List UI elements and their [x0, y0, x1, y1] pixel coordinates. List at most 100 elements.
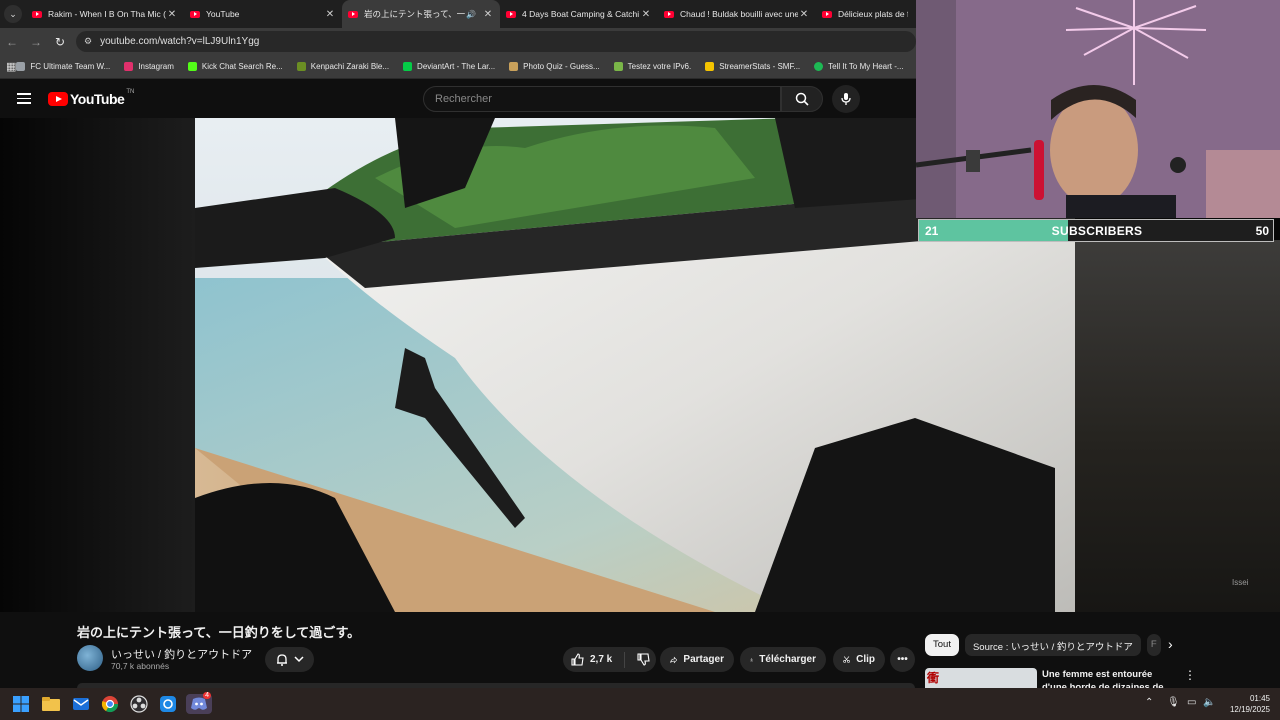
bookmark-item[interactable]: Tell It To My Heart -... [814, 62, 904, 71]
browser-tab[interactable]: 4 Days Boat Camping & Catchi ✕ [500, 0, 658, 28]
scissors-icon [843, 656, 850, 663]
voice-search-button[interactable] [832, 85, 860, 113]
recommendation-title[interactable]: Une femme est entourée d'une horde de di… [1042, 668, 1174, 688]
download-icon [750, 657, 754, 662]
address-bar-row: ← → ↻ ⚙ youtube.com/watch?v=lLJ9Uln1Ygg [0, 28, 916, 55]
streamer-webcam [916, 0, 1280, 218]
tab-title: Délicieux plats de fru [838, 9, 908, 19]
bookmark-label: Testez votre IPv6. [627, 62, 692, 71]
more-vertical-icon[interactable]: ⋮ [1184, 668, 1196, 682]
bookmark-label: Tell It To My Heart -... [828, 62, 904, 71]
chip-more[interactable]: F [1146, 634, 1161, 656]
taskbar-clock[interactable]: 01:45 12/19/2025 [1222, 693, 1270, 715]
youtube-play-icon [48, 92, 68, 106]
microphone-icon[interactable]: 🎙 [1167, 697, 1180, 708]
download-label: Télécharger [759, 654, 816, 665]
bookmark-label: StreamerStats - SMF... [719, 62, 801, 71]
browser-tab[interactable]: Rakim - When I B On Tha Mic (✕ [26, 0, 184, 28]
bookmark-item[interactable]: Instagram [124, 62, 174, 71]
speaker-icon[interactable]: 🔊 [466, 10, 476, 19]
mail-icon[interactable] [70, 694, 92, 714]
recommendation-thumbnail[interactable]: 衝 [925, 668, 1037, 688]
bookmark-icon [509, 62, 519, 71]
tab-title: Chaud ! Buldak bouilli avec une [680, 9, 798, 19]
close-icon[interactable]: ✕ [324, 9, 336, 20]
browser-tab[interactable]: Délicieux plats de fru [816, 0, 914, 28]
thumbs-up-icon[interactable] [571, 653, 584, 666]
app-blue-icon[interactable] [157, 694, 179, 714]
bookmark-label: DeviantArt - The Lar... [417, 62, 496, 71]
bookmark-item[interactable]: Testez votre IPv6. [613, 62, 692, 71]
bookmark-label: Photo Quiz - Guess... [523, 62, 600, 71]
chip-source[interactable]: Source : いっせい / 釣りとアウトドア [964, 634, 1141, 656]
tab-search-button[interactable]: ⌄ [0, 0, 26, 28]
bookmark-item[interactable]: FC Ultimate Team W... [16, 62, 110, 71]
apps-grid-icon[interactable]: ▦ [6, 60, 16, 73]
forward-arrow-icon[interactable]: → [24, 35, 48, 49]
file-explorer-icon[interactable] [40, 694, 62, 714]
network-icon[interactable]: ▭ [1187, 697, 1196, 708]
close-icon[interactable]: ✕ [640, 9, 652, 20]
youtube-header: YouTube TN Rechercher [0, 79, 916, 118]
subscriber-goal-label: SUBSCRIBERS [1051, 224, 1143, 238]
search-icon [795, 92, 809, 106]
discord-icon[interactable]: 4 [186, 692, 212, 714]
youtube-logo[interactable]: YouTube TN [48, 89, 135, 107]
reload-icon[interactable]: ↻ [48, 35, 72, 49]
instagram-icon [124, 62, 134, 71]
bookmark-item[interactable]: StreamerStats - SMF... [705, 62, 800, 71]
youtube-favicon-icon [664, 10, 674, 18]
chevron-down-icon: ⌄ [4, 5, 22, 23]
site-info-icon[interactable]: ⚙ [84, 36, 92, 47]
bookmark-item[interactable]: Kenpachi Zaraki Ble... [296, 62, 389, 71]
bookmark-item[interactable]: Photo Quiz - Guess... [509, 62, 600, 71]
chip-all[interactable]: Tout [925, 634, 959, 656]
video-title: 岩の上にテント張って、一日釣りをして過ごす。 [77, 625, 361, 640]
like-dislike-group: 2,7 k [563, 647, 656, 672]
chevron-right-icon[interactable]: › [1168, 636, 1173, 652]
notification-bell-button[interactable] [265, 647, 314, 672]
channel-avatar[interactable] [77, 645, 103, 671]
url-field[interactable]: ⚙ youtube.com/watch?v=lLJ9Uln1Ygg [76, 31, 916, 52]
subscriber-count: 21 [925, 224, 939, 238]
url-text: youtube.com/watch?v=lLJ9Uln1Ygg [100, 36, 260, 47]
bar-chart-icon [705, 62, 715, 71]
windows-start-icon[interactable] [10, 694, 32, 714]
like-count[interactable]: 2,7 k [590, 654, 612, 665]
clip-button[interactable]: Clip [833, 647, 885, 672]
bookmark-icon [16, 62, 26, 71]
video-watermark: Issei [1232, 578, 1249, 587]
close-icon[interactable]: ✕ [166, 9, 178, 20]
close-icon[interactable]: ✕ [798, 9, 810, 20]
download-button[interactable]: Télécharger [740, 647, 826, 672]
thumbs-down-icon[interactable] [637, 653, 650, 666]
menu-icon[interactable] [17, 93, 31, 104]
tab-title: Rakim - When I B On Tha Mic ( [48, 9, 166, 19]
microphone-icon [841, 93, 851, 105]
more-actions-button[interactable]: ••• [890, 647, 915, 672]
search-button[interactable] [781, 86, 823, 112]
bookmark-item[interactable]: DeviantArt - The Lar... [403, 62, 495, 71]
video-ambient-left [0, 118, 195, 612]
clip-label: Clip [856, 654, 875, 665]
back-arrow-icon[interactable]: ← [0, 35, 24, 49]
channel-name[interactable]: いっせい / 釣りとアウトドア [111, 646, 252, 662]
share-button[interactable]: Partager [660, 647, 734, 672]
browser-tab[interactable]: YouTube ✕ [184, 0, 342, 28]
share-label: Partager [683, 654, 724, 665]
search-input[interactable]: Rechercher [423, 86, 781, 112]
close-icon[interactable]: ✕ [482, 9, 494, 20]
chrome-icon[interactable] [99, 694, 121, 714]
volume-icon[interactable]: 🔈 [1203, 697, 1215, 708]
obs-icon[interactable] [128, 694, 150, 714]
browser-tab[interactable]: Chaud ! Buldak bouilli avec une ✕ [658, 0, 816, 28]
bookmarks-bar: ▦ FC Ultimate Team W... Instagram Kick C… [0, 55, 916, 79]
more-horizontal-icon: ••• [897, 654, 908, 665]
kick-icon [187, 62, 197, 71]
bookmark-item[interactable]: Kick Chat Search Re... [187, 62, 283, 71]
chevron-up-icon[interactable]: ⌃ [1145, 697, 1153, 708]
bookmark-label: FC Ultimate Team W... [30, 62, 111, 71]
logo-region: TN [126, 89, 135, 95]
thumbnail-text: 衝 [927, 671, 940, 685]
browser-tab-active[interactable]: 岩の上にテント張って、一日釣🔊 ✕ [342, 0, 500, 28]
